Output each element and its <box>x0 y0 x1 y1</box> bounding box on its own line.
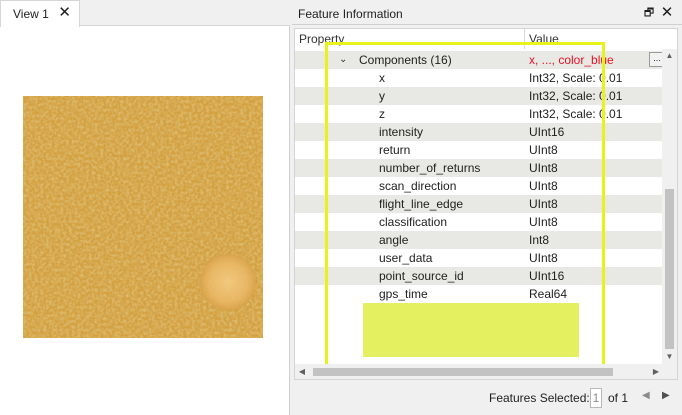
status-bar: Features Selected: 1 of 1 ◀ ▶ <box>292 384 682 412</box>
component-row-y[interactable]: y Int32, Scale: 0.01 <box>295 87 663 105</box>
component-row-user-data[interactable]: user_data UInt8 <box>295 249 663 267</box>
component-name: user_data <box>379 251 433 265</box>
component-type: UInt8 <box>529 197 558 211</box>
component-type: UInt16 <box>529 125 565 139</box>
next-page-icon[interactable]: ▶ <box>662 390 670 401</box>
component-row-flight-line-edge[interactable]: flight_line_edge UInt8 <box>295 195 663 213</box>
horizontal-scrollbar[interactable]: ◀ ▶ <box>295 364 663 379</box>
component-type: Int8 <box>529 233 550 247</box>
component-name: y <box>379 89 385 103</box>
component-name: return <box>379 143 411 157</box>
component-type: UInt8 <box>529 251 558 265</box>
panel-header: Feature Information 🗗 ✕ <box>292 3 682 25</box>
component-name: x <box>379 71 385 85</box>
property-grid: Property Value ⌄ Components (16) x, ...,… <box>294 28 678 380</box>
scroll-right-icon[interactable]: ▶ <box>649 364 663 379</box>
scroll-up-icon[interactable]: ▲ <box>662 49 677 63</box>
component-row-z[interactable]: z Int32, Scale: 0.01 <box>295 105 663 123</box>
component-type: Int32, Scale: 0.01 <box>529 107 623 121</box>
feature-information-panel: Feature Information 🗗 ✕ Property Value ⌄… <box>292 0 682 415</box>
component-name: gps_time <box>379 287 428 301</box>
tab-view-1[interactable]: View 1 ✕ <box>0 0 80 27</box>
component-type: UInt8 <box>529 161 558 175</box>
vertical-scroll-thumb[interactable] <box>665 189 674 349</box>
components-group-row[interactable]: ⌄ Components (16) x, ..., color_blue ... <box>295 51 665 69</box>
component-row-classification[interactable]: classification UInt8 <box>295 213 663 231</box>
component-type: Real64 <box>529 287 568 301</box>
component-name: number_of_returns <box>379 161 481 175</box>
previous-page-icon[interactable]: ◀ <box>642 390 650 401</box>
component-name: point_source_id <box>379 269 464 283</box>
point-cloud-render[interactable] <box>18 92 268 342</box>
component-name: flight_line_edge <box>379 197 464 211</box>
component-type: UInt8 <box>529 179 558 193</box>
vertical-scrollbar[interactable]: ▲ ▼ <box>662 49 677 364</box>
close-icon[interactable]: ✕ <box>660 4 674 22</box>
horizontal-scroll-thumb[interactable] <box>313 368 613 376</box>
component-type: UInt8 <box>529 215 558 229</box>
component-row-point-source-id[interactable]: point_source_id UInt16 <box>295 267 663 285</box>
cloud-bright-patch <box>200 254 256 310</box>
column-header-value[interactable]: Value <box>525 29 663 49</box>
group-value: x, ..., color_blue <box>529 53 614 67</box>
component-row-scan-direction[interactable]: scan_direction UInt8 <box>295 177 663 195</box>
group-label: Components (16) <box>359 53 452 67</box>
component-type: UInt8 <box>529 143 558 157</box>
component-type: UInt16 <box>529 269 565 283</box>
highlight-band <box>363 303 579 321</box>
tab-label: View 1 <box>13 7 49 21</box>
close-icon[interactable]: ✕ <box>58 4 71 22</box>
chevron-down-icon[interactable]: ⌄ <box>339 53 347 67</box>
component-type: Int32, Scale: 0.01 <box>529 89 623 103</box>
component-name: classification <box>379 215 448 229</box>
component-row-return[interactable]: return UInt8 <box>295 141 663 159</box>
component-row-gps-time[interactable]: gps_time Real64 <box>295 285 663 303</box>
grid-header: Property Value <box>295 29 663 49</box>
scroll-corner <box>662 364 677 379</box>
view-tab-strip: View 1 ✕ <box>0 0 290 27</box>
component-name: intensity <box>379 125 424 139</box>
panel-title: Feature Information <box>298 6 403 21</box>
view-pane: View 1 ✕ <box>0 0 290 415</box>
scroll-down-icon[interactable]: ▼ <box>662 350 677 364</box>
component-type: Int32, Scale: 0.01 <box>529 71 623 85</box>
component-name: scan_direction <box>379 179 457 193</box>
highlight-band <box>363 339 579 357</box>
page-count-label: of 1 <box>608 391 629 405</box>
highlight-band <box>363 321 579 339</box>
component-row-angle[interactable]: angle Int8 <box>295 231 663 249</box>
features-selected-label: Features Selected: <box>489 391 590 405</box>
component-row-number-of-returns[interactable]: number_of_returns UInt8 <box>295 159 663 177</box>
component-name: angle <box>379 233 409 247</box>
column-header-property[interactable]: Property <box>295 29 525 49</box>
component-name: z <box>379 107 385 121</box>
float-window-icon[interactable]: 🗗 <box>642 5 656 21</box>
component-row-intensity[interactable]: intensity UInt16 <box>295 123 663 141</box>
component-row-x[interactable]: x Int32, Scale: 0.01 <box>295 69 663 87</box>
page-number-input[interactable]: 1 <box>590 388 602 408</box>
scroll-left-icon[interactable]: ◀ <box>295 364 309 379</box>
